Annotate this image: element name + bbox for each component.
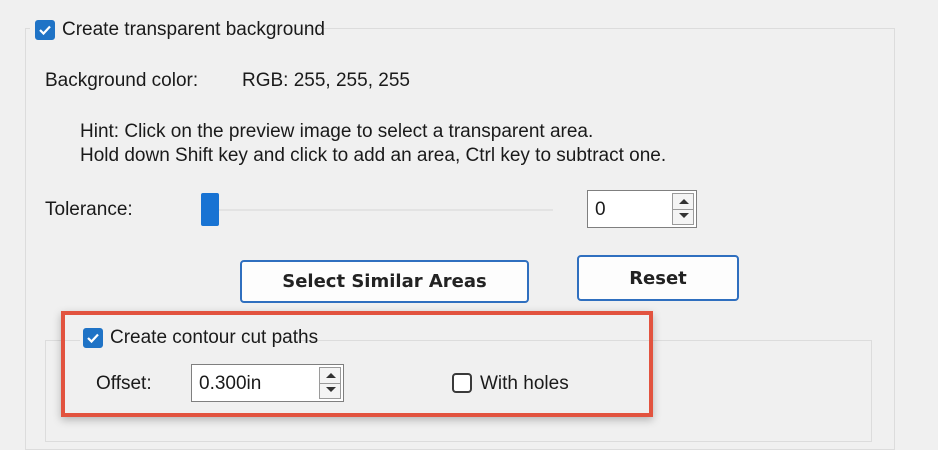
background-color-value: RGB: 255, 255, 255 [242, 70, 410, 91]
tolerance-spinbox[interactable]: 0 [587, 190, 697, 228]
arrow-down-icon [679, 213, 689, 218]
tolerance-increment-button[interactable] [673, 194, 693, 210]
tolerance-slider-track[interactable] [210, 209, 553, 211]
tolerance-decrement-button[interactable] [673, 209, 693, 224]
select-similar-areas-button[interactable]: Select Similar Areas [240, 260, 529, 303]
tolerance-slider-thumb[interactable] [201, 193, 219, 226]
background-color-label: Background color: [45, 70, 199, 91]
create-transparent-background-checkbox[interactable]: Create transparent background [30, 16, 325, 44]
highlight-box [61, 311, 653, 417]
tolerance-label: Tolerance: [45, 199, 133, 220]
reset-button[interactable]: Reset [577, 255, 739, 301]
hint-text-line1: Hint: Click on the preview image to sele… [80, 121, 594, 142]
hint-text-line2: Hold down Shift key and click to add an … [80, 145, 667, 166]
create-transparent-background-label: Create transparent background [62, 19, 325, 40]
tolerance-value: 0 [595, 199, 606, 220]
arrow-up-icon [679, 199, 689, 204]
checkbox-checked-icon [35, 20, 55, 40]
